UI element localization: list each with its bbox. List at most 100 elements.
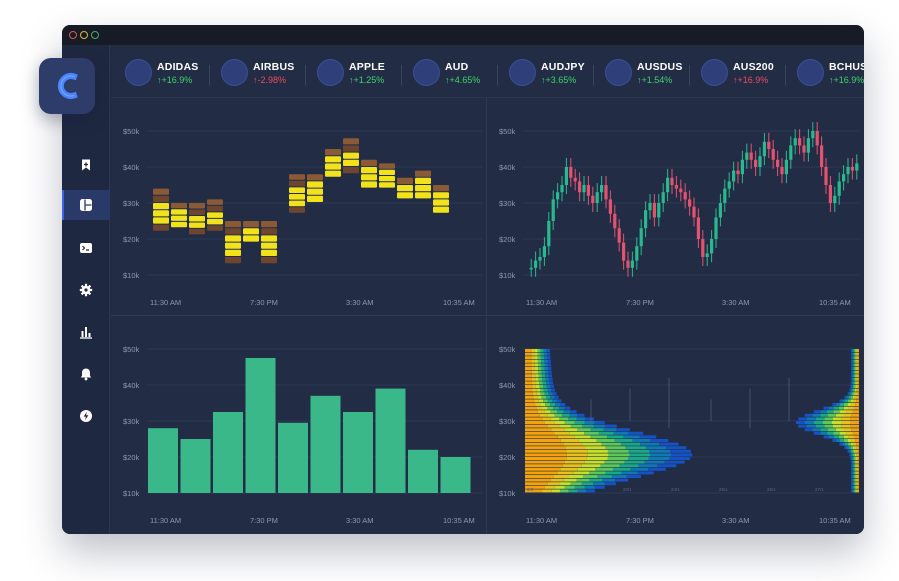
profile-bar-segment-right bbox=[854, 370, 856, 374]
maximize-window-button[interactable] bbox=[91, 31, 99, 39]
inner-axis-label: 24/1 bbox=[671, 487, 680, 492]
profile-bar-segment bbox=[566, 457, 587, 460]
profile-bar-segment bbox=[525, 439, 561, 442]
profile-bar-segment-right bbox=[850, 385, 852, 388]
footprint-cell bbox=[379, 169, 395, 175]
y-axis-label: $10k bbox=[499, 271, 516, 280]
x-axis-label: 11:30 AM bbox=[526, 516, 558, 525]
sidebar-item-settings[interactable] bbox=[62, 275, 110, 305]
footprint-cell bbox=[397, 177, 413, 184]
app-logo[interactable] bbox=[39, 58, 95, 114]
x-axis-label: 3:30 AM bbox=[346, 298, 374, 307]
profile-bar-segment-right bbox=[857, 374, 859, 378]
profile-bar-segment bbox=[546, 381, 550, 385]
profile-bar-segment-right bbox=[856, 478, 858, 482]
profile-bar-segment-right bbox=[852, 352, 854, 356]
profile-bar-segment bbox=[639, 435, 657, 439]
footprint-cell bbox=[207, 212, 223, 218]
footprint-chart-panel[interactable]: $50k $40k $30k $20k $10k 11:30 AM 7:30 P… bbox=[111, 98, 486, 315]
profile-bar-segment bbox=[616, 428, 630, 432]
profile-bar-segment bbox=[547, 406, 554, 410]
ticker-symbol: AUS200 bbox=[733, 61, 774, 73]
profile-bar-segment-right bbox=[853, 349, 855, 352]
profile-bar-segment bbox=[621, 471, 638, 475]
candle-body bbox=[828, 185, 832, 203]
footprint-cell bbox=[307, 174, 323, 181]
profile-bar-segment bbox=[525, 475, 554, 478]
profile-bar-segment bbox=[548, 367, 552, 370]
profile-bar-segment bbox=[547, 352, 551, 356]
profile-bar-segment bbox=[550, 417, 560, 421]
profile-bar-segment bbox=[525, 478, 551, 482]
candle-body bbox=[749, 152, 753, 160]
profile-bar-segment bbox=[536, 388, 541, 392]
volume-profile-chart-panel[interactable]: 0/0 20/1 23/1 24/1 25/1 26/1 27/1 $50k $40k $3… bbox=[487, 316, 864, 534]
candle-body bbox=[789, 145, 793, 160]
candlestick-chart-panel[interactable]: $50k $40k $30k $20k $10k 11:30 AM 7:30 P… bbox=[487, 98, 864, 315]
profile-bar-segment-right bbox=[854, 467, 856, 471]
profile-bar-segment bbox=[534, 367, 539, 370]
footprint-cell bbox=[415, 177, 431, 184]
profile-bar-segment bbox=[576, 478, 590, 482]
profile-bar-segment bbox=[547, 356, 551, 360]
profile-bar-segment-right bbox=[857, 485, 859, 489]
profile-bar-segment-right bbox=[857, 467, 859, 471]
footprint-cell bbox=[225, 257, 241, 264]
minimize-window-button[interactable] bbox=[80, 31, 88, 39]
profile-bar-segment bbox=[605, 471, 622, 475]
profile-bar-segment bbox=[613, 431, 629, 435]
profile-bar-segment bbox=[600, 464, 620, 468]
profile-bar-segment-right bbox=[845, 399, 848, 403]
profile-bar-segment bbox=[628, 431, 644, 435]
profile-bar-segment-right bbox=[854, 374, 856, 378]
profile-bar-segment-right bbox=[852, 367, 854, 370]
sidebar-item-bookmark-add[interactable] bbox=[62, 150, 110, 180]
profile-bar-segment-right bbox=[856, 356, 858, 360]
sidebar-item-notifications[interactable] bbox=[62, 359, 110, 389]
volume-bar-chart-panel[interactable]: $50k $40k $30k $20k $10k 11:30 AM 7:30 P… bbox=[111, 316, 486, 534]
profile-bar-segment bbox=[533, 395, 538, 399]
sidebar-item-terminal[interactable] bbox=[62, 233, 110, 263]
profile-bar-segment-right bbox=[857, 367, 859, 370]
profile-bar-segment bbox=[532, 381, 536, 385]
candle-body bbox=[529, 267, 533, 270]
profile-bar-segment bbox=[563, 442, 583, 446]
profile-bar-segment-right bbox=[853, 377, 855, 381]
profile-bar-segment-right bbox=[843, 439, 848, 442]
profile-bar-segment-right bbox=[852, 467, 854, 471]
profile-bar-segment-right bbox=[832, 421, 841, 424]
profile-bar-segment bbox=[531, 377, 536, 381]
profile-bar-segment bbox=[538, 399, 544, 403]
profile-bar-segment bbox=[607, 457, 629, 460]
profile-bar-segment-right bbox=[857, 385, 859, 388]
profile-bar-segment-right bbox=[856, 367, 858, 370]
profile-bar-segment-right bbox=[854, 453, 857, 457]
profile-bar-segment-right bbox=[796, 421, 805, 424]
profile-bar-segment bbox=[550, 478, 564, 482]
profile-bar-segment-right bbox=[853, 478, 855, 482]
y-axis-label: $40k bbox=[499, 381, 516, 390]
profile-bar-segment bbox=[546, 349, 551, 352]
bell-icon bbox=[80, 368, 92, 381]
profile-bar-segment-right bbox=[839, 431, 847, 435]
profile-bar-segment bbox=[525, 471, 558, 475]
profile-bar-segment-right bbox=[857, 475, 859, 478]
candle-body bbox=[630, 260, 634, 268]
close-window-button[interactable] bbox=[69, 31, 77, 39]
profile-bar-segment-right bbox=[851, 489, 853, 493]
inner-axis-label: 26/1 bbox=[767, 487, 776, 492]
sidebar-item-dashboard[interactable] bbox=[62, 190, 110, 220]
profile-bar-segment-right bbox=[847, 442, 851, 446]
y-axis-label: $50k bbox=[123, 127, 140, 136]
profile-bar-segment bbox=[531, 352, 535, 356]
y-axis-label: $10k bbox=[123, 271, 140, 280]
profile-bar-segment-right bbox=[854, 485, 856, 489]
profile-bar-segment bbox=[664, 460, 685, 464]
profile-bar-segment-right bbox=[852, 356, 854, 360]
y-axis-label: $10k bbox=[123, 489, 140, 498]
sidebar-item-analytics[interactable] bbox=[62, 317, 110, 347]
x-axis-label: 11:30 AM bbox=[150, 516, 182, 525]
sidebar-item-power[interactable] bbox=[62, 401, 110, 431]
profile-bar-segment bbox=[589, 471, 606, 475]
profile-bar-segment bbox=[541, 363, 545, 367]
